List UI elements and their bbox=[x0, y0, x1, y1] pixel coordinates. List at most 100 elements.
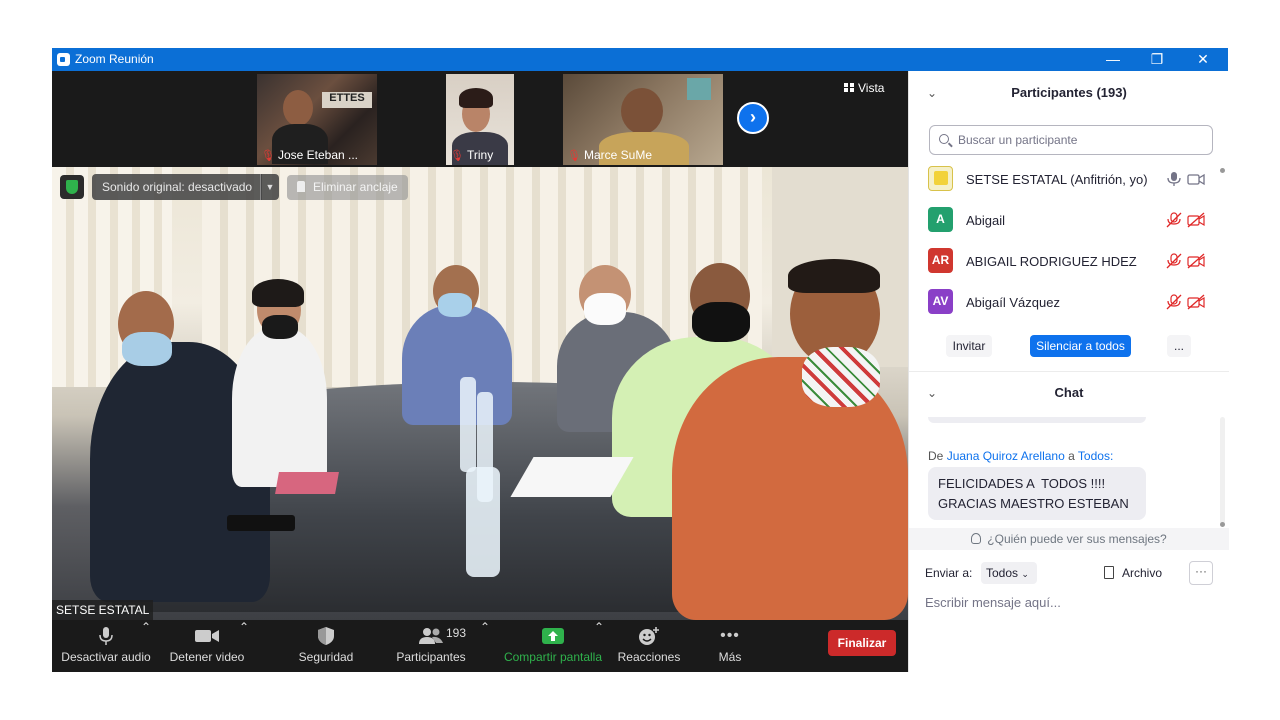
main-video[interactable]: Sonido original: desactivado ▼ Eliminar … bbox=[52, 167, 908, 620]
chat-scrollbar[interactable] bbox=[1220, 417, 1225, 527]
participant-name: Abigaíl Vázquez bbox=[966, 295, 1060, 310]
muted-mic-icon[interactable] bbox=[1165, 253, 1183, 269]
shield-icon bbox=[318, 627, 334, 645]
water-bottle bbox=[466, 467, 500, 577]
chevron-down-icon[interactable]: ⌄ bbox=[927, 373, 937, 413]
chevron-up-icon[interactable]: ⌃ bbox=[480, 620, 490, 672]
chat-title: Chat bbox=[1054, 385, 1084, 400]
chevron-down-icon[interactable]: ▼ bbox=[260, 174, 279, 200]
person bbox=[232, 327, 327, 487]
original-sound-button[interactable]: Sonido original: desactivado bbox=[92, 174, 263, 200]
chevron-down-icon: ⌄ bbox=[1021, 569, 1029, 579]
muted-mic-icon: 🎙︎ bbox=[567, 150, 581, 162]
avatar: AR bbox=[928, 248, 953, 273]
avatar: A bbox=[928, 207, 953, 232]
participants-more-button[interactable]: ... bbox=[1167, 335, 1191, 357]
recipient-value: Todos bbox=[986, 566, 1019, 580]
participant-row[interactable]: AV Abigaíl Vázquez bbox=[909, 284, 1219, 321]
unpin-button[interactable]: Eliminar anclaje bbox=[287, 175, 408, 200]
to-word: a bbox=[1068, 449, 1075, 463]
participant-row[interactable]: A Abigail bbox=[909, 202, 1219, 243]
video-off-icon[interactable] bbox=[1187, 294, 1205, 310]
chat-sender[interactable]: Juana Quiroz Arellano bbox=[947, 449, 1065, 463]
smiley-plus-icon bbox=[639, 627, 659, 645]
unpin-label: Eliminar anclaje bbox=[313, 180, 398, 194]
end-meeting-button[interactable]: Finalizar bbox=[828, 630, 896, 656]
video-off-icon[interactable] bbox=[1187, 253, 1205, 269]
participant-thumbnail[interactable]: 🎙︎ Triny bbox=[446, 74, 514, 165]
water-bottle bbox=[460, 377, 476, 472]
participants-icon bbox=[419, 628, 443, 644]
file-icon bbox=[1104, 566, 1114, 579]
search-placeholder: Buscar un participante bbox=[958, 133, 1078, 147]
mute-all-button[interactable]: Silenciar a todos bbox=[1030, 335, 1131, 357]
participant-list-scrollbar[interactable] bbox=[1220, 168, 1225, 298]
who-can-see-messages-link[interactable]: ¿Quién puede ver sus mensajes? bbox=[909, 528, 1229, 550]
participant-search-input[interactable]: Buscar un participante bbox=[929, 125, 1213, 155]
folder bbox=[275, 472, 339, 494]
reactions-button[interactable]: Reacciones bbox=[616, 620, 682, 672]
video-filmstrip: ETTES 🎙︎ Jose Eteban ... 🎙︎ Triny 🎙︎ Marce … bbox=[52, 71, 908, 167]
participant-name: Abigail bbox=[966, 213, 1006, 228]
share-label: Compartir pantalla bbox=[503, 650, 603, 664]
mute-button[interactable]: Desactivar audio bbox=[60, 620, 152, 672]
chat-more-button[interactable]: ··· bbox=[1189, 561, 1213, 585]
participants-title: Participantes (193) bbox=[1011, 85, 1127, 100]
window-title: Zoom Reunión bbox=[75, 52, 154, 66]
person-info-icon bbox=[971, 533, 982, 544]
more-label: Más bbox=[718, 650, 742, 664]
pin-icon bbox=[297, 181, 305, 192]
video-off-icon[interactable] bbox=[1187, 212, 1205, 228]
video-camera-icon bbox=[195, 630, 219, 642]
thumbnail-name: Jose Eteban ... bbox=[277, 148, 359, 162]
muted-mic-icon[interactable] bbox=[1165, 212, 1183, 228]
next-page-arrow-icon[interactable]: › bbox=[737, 102, 769, 134]
title-bar: Zoom Reunión — ❐ ✕ bbox=[52, 48, 1228, 71]
restore-button[interactable]: ❐ bbox=[1134, 48, 1180, 71]
chat-header: ⌄ Chat bbox=[909, 373, 1229, 413]
divider bbox=[909, 371, 1229, 372]
chevron-down-icon[interactable]: ⌄ bbox=[927, 73, 937, 113]
share-screen-button[interactable]: Compartir pantalla bbox=[500, 620, 606, 672]
chevron-up-icon[interactable]: ⌃ bbox=[594, 620, 604, 672]
chat-recipient[interactable]: Todos: bbox=[1078, 449, 1113, 463]
participant-thumbnail[interactable]: ETTES 🎙︎ Jose Eteban ... bbox=[257, 74, 377, 165]
recipient-dropdown[interactable]: Todos ⌄ bbox=[981, 562, 1037, 584]
participant-row[interactable]: SETSE ESTATAL (Anfitrión, yo) bbox=[909, 161, 1219, 202]
mute-label: Desactivar audio bbox=[61, 650, 151, 664]
more-button[interactable]: ••• Más bbox=[710, 620, 750, 672]
file-label: Archivo bbox=[1122, 566, 1163, 580]
avatar bbox=[928, 166, 953, 191]
person bbox=[402, 305, 512, 425]
muted-mic-icon[interactable] bbox=[1165, 294, 1183, 310]
microphone-icon bbox=[99, 627, 113, 645]
participant-name: SETSE ESTATAL (Anfitrión, yo) bbox=[966, 172, 1148, 187]
view-label: Vista bbox=[858, 81, 885, 95]
file-button[interactable]: Archivo bbox=[1104, 563, 1162, 583]
meeting-toolbar: Desactivar audio ⌃ Detener video ⌃ Segur… bbox=[52, 620, 908, 672]
security-button[interactable]: Seguridad bbox=[290, 620, 362, 672]
encryption-shield-icon[interactable] bbox=[60, 175, 84, 199]
participant-thumbnail[interactable]: 🎙︎ Marce SuMe bbox=[563, 74, 723, 165]
participant-row[interactable]: AR ABIGAIL RODRIGUEZ HDEZ bbox=[909, 243, 1219, 284]
close-button[interactable]: ✕ bbox=[1180, 48, 1226, 71]
video-label: Detener video bbox=[169, 650, 245, 664]
chevron-up-icon[interactable]: ⌃ bbox=[239, 620, 249, 672]
send-to-label: Enviar a: bbox=[925, 566, 973, 580]
chat-message-input[interactable]: Escribir mensaje aquí... bbox=[925, 595, 1061, 610]
invite-button[interactable]: Invitar bbox=[946, 335, 992, 357]
grid-view-icon bbox=[844, 83, 854, 92]
chevron-up-icon[interactable]: ⌃ bbox=[141, 620, 151, 672]
video-camera-icon[interactable] bbox=[1187, 171, 1205, 187]
security-label: Seguridad bbox=[298, 650, 354, 664]
view-button[interactable]: Vista bbox=[844, 81, 896, 101]
muted-mic-icon: 🎙︎ bbox=[261, 150, 275, 162]
thumbnail-name: Triny bbox=[466, 148, 494, 162]
participants-header: ⌄ Participantes (193) bbox=[909, 73, 1229, 113]
thumbnail-name: Marce SuMe bbox=[583, 148, 652, 162]
who-can-see-label: ¿Quién puede ver sus mensajes? bbox=[987, 532, 1167, 546]
microphone-icon[interactable] bbox=[1165, 171, 1183, 187]
phone bbox=[227, 515, 295, 531]
stop-video-button[interactable]: Detener video bbox=[164, 620, 250, 672]
minimize-button[interactable]: — bbox=[1090, 48, 1136, 71]
